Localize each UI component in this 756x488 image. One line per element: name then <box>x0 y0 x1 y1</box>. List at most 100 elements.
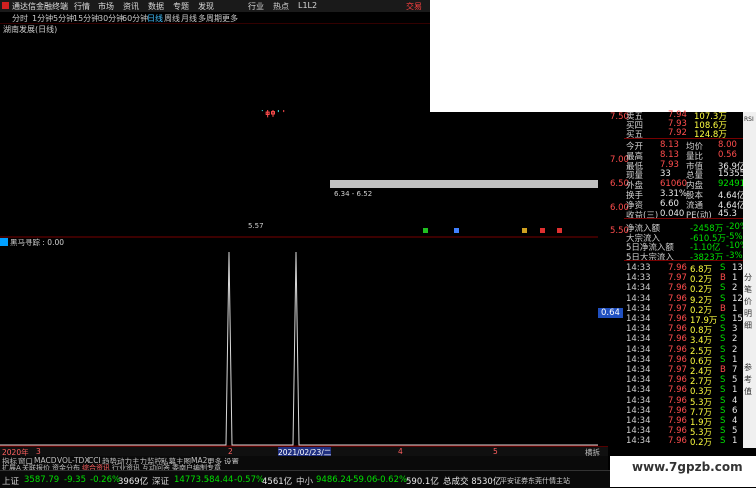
tick-side: B <box>720 303 726 314</box>
menu-item-faxian[interactable]: 发现 <box>198 1 214 12</box>
tick-count: 15 <box>732 314 743 324</box>
tick-price: 7.96 <box>668 354 687 365</box>
signal-marker <box>522 228 527 233</box>
field-value: 33 <box>660 169 671 180</box>
index-value: 3587.79 <box>24 475 60 485</box>
side-tab: 细 <box>744 321 752 330</box>
period-more[interactable]: 更多 <box>222 13 238 24</box>
tick-count: 2 <box>732 283 738 294</box>
tick-time: 14:34 <box>626 436 651 447</box>
period-15min[interactable]: 15分钟 <box>73 13 99 24</box>
tick-time: 14:34 <box>626 293 651 304</box>
indicator-value-badge: 0.64 <box>598 308 623 318</box>
indicator-title: 黑马寻踪 : 0.00 <box>10 238 64 247</box>
tick-side: S <box>720 314 726 324</box>
side-tab-bar[interactable]: RSI 分 笔 价 明 细 参 考 值 <box>743 112 756 448</box>
axis-tick: 5 <box>493 447 498 456</box>
watermark: www.7gpzb.com <box>610 456 756 487</box>
tick-side: S <box>720 354 726 365</box>
kline-chart[interactable]: 6.34 - 6.52 5.57 <box>0 110 598 238</box>
side-tab: 明 <box>744 309 752 318</box>
signal-markers <box>423 228 562 233</box>
index-value: 9486.24 <box>316 475 352 485</box>
tick-side: S <box>720 395 726 406</box>
tick-count: 1 <box>732 354 738 365</box>
menu-item-zhuanti[interactable]: 专题 <box>173 1 189 12</box>
tick-price: 7.96 <box>668 344 687 355</box>
tick-time: 14:34 <box>626 354 651 365</box>
tick-price: 7.96 <box>668 283 687 294</box>
app-title: 通达信金融终端 <box>12 2 68 11</box>
menu-item-trade[interactable]: 交易 <box>406 1 422 12</box>
index-pct: -0.62% <box>377 475 408 485</box>
range-label: 6.34 - 6.52 <box>334 190 372 198</box>
tick-time: 14:34 <box>626 416 651 426</box>
field-value: 61060 <box>660 179 688 190</box>
menu-item-hangye[interactable]: 行业 <box>248 1 264 12</box>
tick-side: S <box>720 324 726 335</box>
tick-time: 14:33 <box>626 263 651 273</box>
tick-price: 7.96 <box>668 314 687 324</box>
tick-count: 13 <box>732 263 743 273</box>
axis-tick: 4 <box>398 447 403 456</box>
tick-time: 14:34 <box>626 385 651 396</box>
index-change: -59.06 <box>350 475 378 485</box>
index-change: -84.44 <box>206 475 234 485</box>
menu-item-shichang[interactable]: 市场 <box>98 1 114 12</box>
period-bar: 分时 1分钟 5分钟 15分钟 30分钟 60分钟 日线 周线 月线 多周期 更… <box>0 12 430 24</box>
tick-side: B <box>720 365 726 375</box>
tick-price: 7.96 <box>668 416 687 426</box>
tick-count: 5 <box>732 426 738 437</box>
index-amount: 590.1亿 <box>406 477 439 487</box>
period-daily[interactable]: 日线 <box>147 13 163 24</box>
tick-count: 3 <box>732 324 738 335</box>
field-value: 6.60 <box>660 198 679 209</box>
menu-item-zixun[interactable]: 资讯 <box>123 1 139 12</box>
tick-side: S <box>720 416 726 426</box>
index-name: 深证 <box>152 477 170 487</box>
price-range-band <box>330 180 598 188</box>
tick-side: S <box>720 293 726 304</box>
period-monthly[interactable]: 月线 <box>181 13 197 24</box>
field-value: 7.93 <box>660 159 679 170</box>
tick-time: 14:34 <box>626 314 651 324</box>
tick-side: S <box>720 375 726 386</box>
tick-time: 14:34 <box>626 324 651 335</box>
field-value: 3.31% <box>660 189 688 199</box>
side-tab: RSI <box>744 116 754 123</box>
field-value: 8.13 <box>660 149 679 160</box>
tick-time: 14:34 <box>626 283 651 294</box>
app-logo-icon <box>2 2 9 9</box>
period-30min[interactable]: 30分钟 <box>98 13 124 24</box>
tick-count: 1 <box>732 385 738 396</box>
period-fenshi[interactable]: 分时 <box>12 13 28 24</box>
menu-item-hangqing[interactable]: 行情 <box>74 1 90 12</box>
tick-price: 7.96 <box>668 395 687 406</box>
menu-item-redian[interactable]: 热点 <box>273 1 289 12</box>
tick-side: S <box>720 436 726 447</box>
period-1min[interactable]: 1分钟 <box>32 13 53 24</box>
signal-marker <box>557 228 562 233</box>
indicator-chart[interactable]: 黑马寻踪 : 0.00 <box>0 238 598 448</box>
tick-count: 1 <box>732 436 738 447</box>
period-weekly[interactable]: 周线 <box>164 13 180 24</box>
signal-marker <box>423 228 428 233</box>
menu-item-shuju[interactable]: 数据 <box>148 1 164 12</box>
tick-count: 1 <box>732 273 738 284</box>
index-change: -9.35 <box>64 475 86 485</box>
period-60min[interactable]: 60分钟 <box>122 13 148 24</box>
axis-tick: 2 <box>228 447 233 456</box>
signal-marker <box>454 228 459 233</box>
tick-time: 14:34 <box>626 395 651 406</box>
tick-side: S <box>720 283 726 294</box>
tick-count: 4 <box>732 395 738 406</box>
blank-window-area <box>430 0 756 112</box>
menu-item-l1l2[interactable]: L1L2 <box>298 1 317 10</box>
tick-price: 7.97 <box>668 303 687 314</box>
tick-count: 1 <box>732 303 738 314</box>
period-multi[interactable]: 多周期 <box>198 13 222 24</box>
tick-time: 14:34 <box>626 365 651 375</box>
index-name: 上证 <box>2 477 20 487</box>
indicator-line <box>0 251 598 446</box>
period-5min[interactable]: 5分钟 <box>53 13 74 24</box>
